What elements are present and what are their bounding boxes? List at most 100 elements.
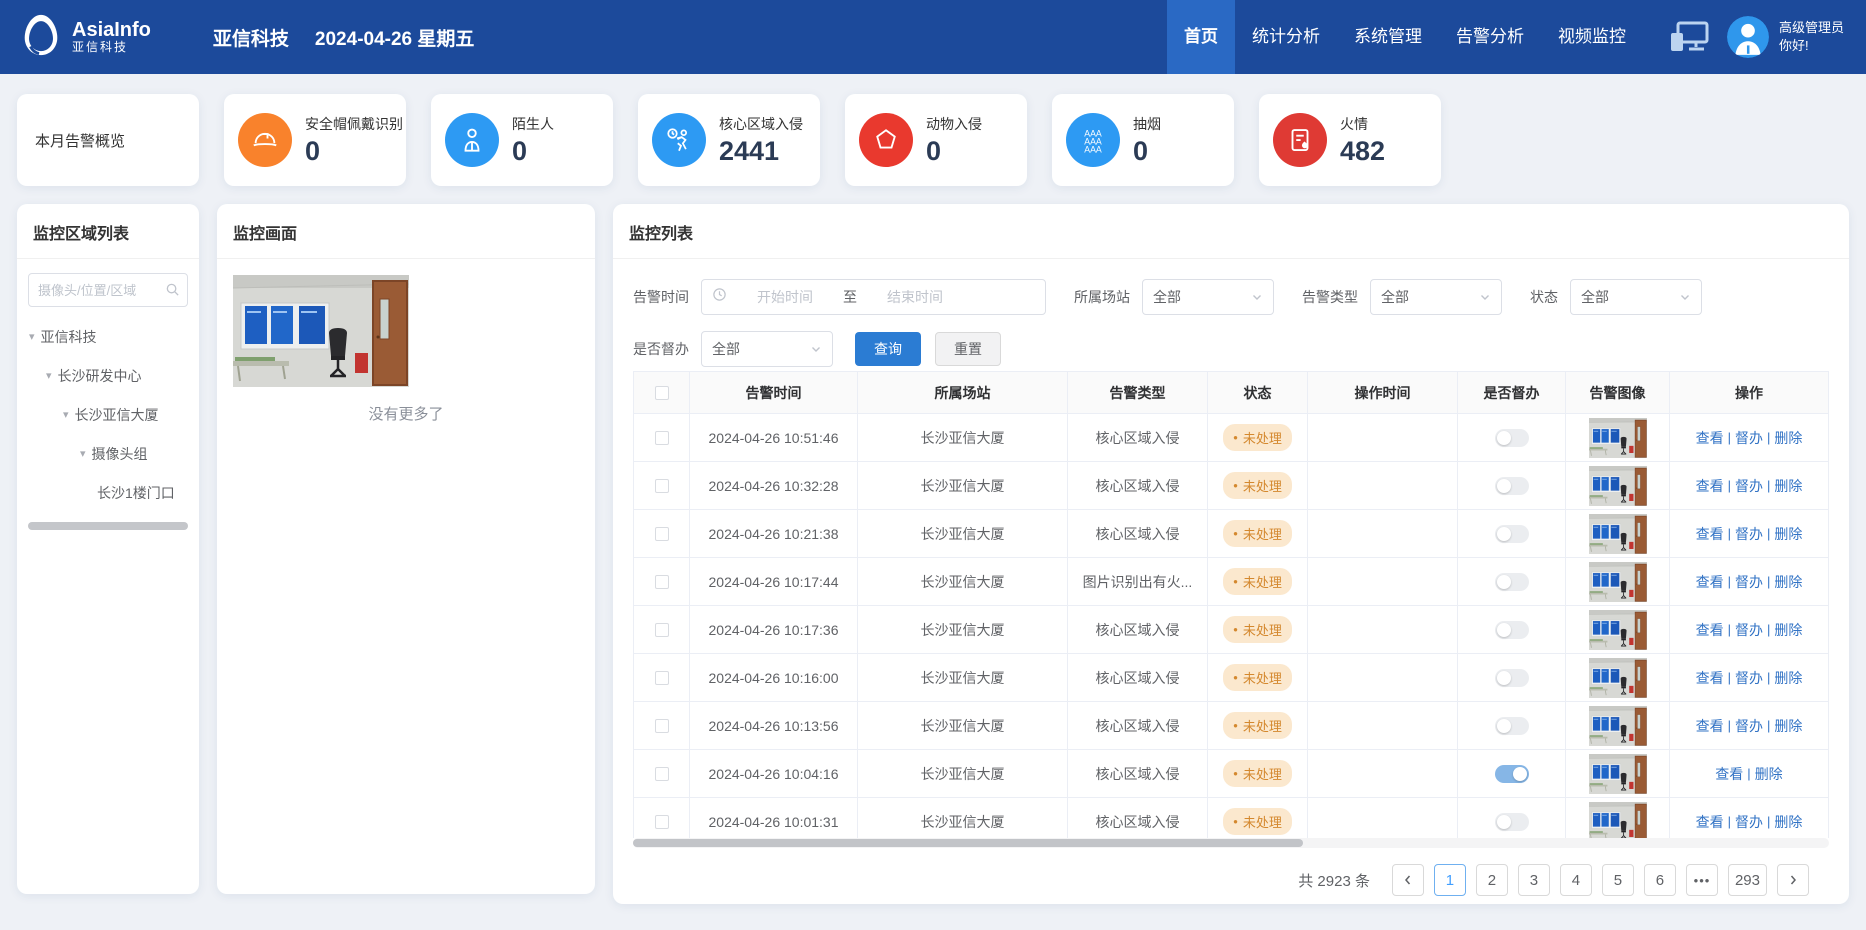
alert-time-range-picker[interactable]: 至 — [701, 279, 1046, 315]
action-view-link[interactable]: 查看 — [1696, 428, 1724, 448]
nav-item-2[interactable]: 统计分析 — [1235, 0, 1337, 74]
action-delete-link[interactable]: 删除 — [1774, 524, 1802, 544]
page-button-5[interactable]: 5 — [1602, 864, 1634, 896]
action-delete-link[interactable]: 删除 — [1755, 764, 1783, 784]
op-time-cell — [1308, 750, 1458, 798]
page-ellipsis[interactable]: ••• — [1686, 864, 1718, 896]
page-button-3[interactable]: 3 — [1518, 864, 1550, 896]
nav-item-3[interactable]: 系统管理 — [1337, 0, 1439, 74]
action-view-link[interactable]: 查看 — [1696, 812, 1724, 832]
start-time-input[interactable] — [733, 289, 837, 305]
station-select[interactable]: 全部 — [1142, 279, 1274, 315]
alert-image-thumbnail[interactable] — [1589, 754, 1647, 794]
supervise-toggle[interactable] — [1495, 717, 1529, 735]
page-button-293[interactable]: 293 — [1728, 864, 1767, 896]
row-checkbox[interactable] — [655, 767, 669, 781]
nav-item-4[interactable]: 告警分析 — [1439, 0, 1541, 74]
action-view-link[interactable]: 查看 — [1696, 572, 1724, 592]
select-all-checkbox[interactable] — [655, 386, 669, 400]
supervise-select[interactable]: 全部 — [701, 331, 833, 367]
supervise-toggle[interactable] — [1495, 525, 1529, 543]
reset-button[interactable]: 重置 — [935, 332, 1001, 366]
action-supervise-link[interactable]: 督办 — [1735, 572, 1763, 592]
action-delete-link[interactable]: 删除 — [1774, 812, 1802, 832]
row-checkbox[interactable] — [655, 527, 669, 541]
next-page-button[interactable] — [1777, 864, 1809, 896]
row-checkbox[interactable] — [655, 575, 669, 589]
action-delete-link[interactable]: 删除 — [1774, 620, 1802, 640]
nav-item-1[interactable]: 首页 — [1167, 0, 1235, 74]
action-view-link[interactable]: 查看 — [1715, 764, 1743, 784]
page-button-6[interactable]: 6 — [1644, 864, 1676, 896]
status-select[interactable]: 全部 — [1570, 279, 1702, 315]
supervise-toggle[interactable] — [1495, 669, 1529, 687]
page-button-2[interactable]: 2 — [1476, 864, 1508, 896]
prev-page-button[interactable] — [1392, 864, 1424, 896]
row-checkbox[interactable] — [655, 719, 669, 733]
tree-node-3[interactable]: ▾长沙亚信大厦 — [17, 395, 199, 434]
alert-time-cell: 2024-04-26 10:01:31 — [690, 798, 858, 838]
user-info[interactable]: 高级管理员 你好! — [1779, 19, 1844, 55]
camera-feed-thumbnail[interactable] — [233, 275, 409, 387]
action-view-link[interactable]: 查看 — [1696, 524, 1724, 544]
nav-item-5[interactable]: 视频监控 — [1541, 0, 1643, 74]
tree-node-1[interactable]: ▾亚信科技 — [17, 317, 199, 356]
tree-node-4[interactable]: ▾摄像头组 — [17, 434, 199, 473]
action-supervise-link[interactable]: 督办 — [1735, 524, 1763, 544]
page-button-4[interactable]: 4 — [1560, 864, 1592, 896]
action-view-link[interactable]: 查看 — [1696, 668, 1724, 688]
alert-type-cell: 核心区域入侵 — [1068, 654, 1208, 702]
supervise-toggle[interactable] — [1495, 765, 1529, 783]
action-delete-link[interactable]: 删除 — [1774, 572, 1802, 592]
action-supervise-link[interactable]: 督办 — [1735, 668, 1763, 688]
alert-image-thumbnail[interactable] — [1589, 562, 1647, 602]
tree-expand-caret-icon[interactable]: ▾ — [63, 408, 69, 421]
row-checkbox[interactable] — [655, 671, 669, 685]
alert-image-thumbnail[interactable] — [1589, 418, 1647, 458]
scrollbar-thumb[interactable] — [633, 839, 1303, 847]
action-delete-link[interactable]: 删除 — [1774, 716, 1802, 736]
alert-image-thumbnail[interactable] — [1589, 610, 1647, 650]
action-delete-link[interactable]: 删除 — [1774, 428, 1802, 448]
alert-type-select-value: 全部 — [1381, 287, 1409, 307]
alert-type-select[interactable]: 全部 — [1370, 279, 1502, 315]
row-checkbox[interactable] — [655, 623, 669, 637]
end-time-input[interactable] — [863, 289, 967, 305]
avatar[interactable] — [1727, 16, 1769, 58]
supervise-toggle[interactable] — [1495, 621, 1529, 639]
action-supervise-link[interactable]: 督办 — [1735, 812, 1763, 832]
row-checkbox[interactable] — [655, 431, 669, 445]
action-supervise-link[interactable]: 督办 — [1735, 428, 1763, 448]
animal-icon — [859, 113, 913, 167]
area-search-input[interactable] — [28, 273, 188, 307]
tree-expand-caret-icon[interactable]: ▾ — [80, 447, 86, 460]
tree-expand-caret-icon[interactable]: ▾ — [29, 330, 35, 343]
query-button[interactable]: 查询 — [855, 332, 921, 366]
alert-image-thumbnail[interactable] — [1589, 706, 1647, 746]
tree-node-2[interactable]: ▾长沙研发中心 — [17, 356, 199, 395]
action-delete-link[interactable]: 删除 — [1774, 668, 1802, 688]
supervise-toggle[interactable] — [1495, 813, 1529, 831]
alert-image-thumbnail[interactable] — [1589, 466, 1647, 506]
action-view-link[interactable]: 查看 — [1696, 620, 1724, 640]
row-checkbox[interactable] — [655, 815, 669, 829]
table-horizontal-scrollbar[interactable] — [633, 838, 1829, 848]
action-view-link[interactable]: 查看 — [1696, 476, 1724, 496]
action-view-link[interactable]: 查看 — [1696, 716, 1724, 736]
alert-image-thumbnail[interactable] — [1589, 802, 1647, 839]
tree-horizontal-scrollbar[interactable] — [28, 522, 188, 530]
row-checkbox[interactable] — [655, 479, 669, 493]
action-supervise-link[interactable]: 督办 — [1735, 620, 1763, 640]
supervise-toggle[interactable] — [1495, 477, 1529, 495]
action-supervise-link[interactable]: 督办 — [1735, 476, 1763, 496]
monitor-icon[interactable] — [1669, 20, 1709, 54]
supervise-toggle[interactable] — [1495, 573, 1529, 591]
page-button-1[interactable]: 1 — [1434, 864, 1466, 896]
action-supervise-link[interactable]: 督办 — [1735, 716, 1763, 736]
action-delete-link[interactable]: 删除 — [1774, 476, 1802, 496]
alert-image-thumbnail[interactable] — [1589, 658, 1647, 698]
tree-expand-caret-icon[interactable]: ▾ — [46, 369, 52, 382]
supervise-toggle[interactable] — [1495, 429, 1529, 447]
tree-node-5[interactable]: 长沙1楼门口 — [17, 473, 199, 512]
alert-image-thumbnail[interactable] — [1589, 514, 1647, 554]
